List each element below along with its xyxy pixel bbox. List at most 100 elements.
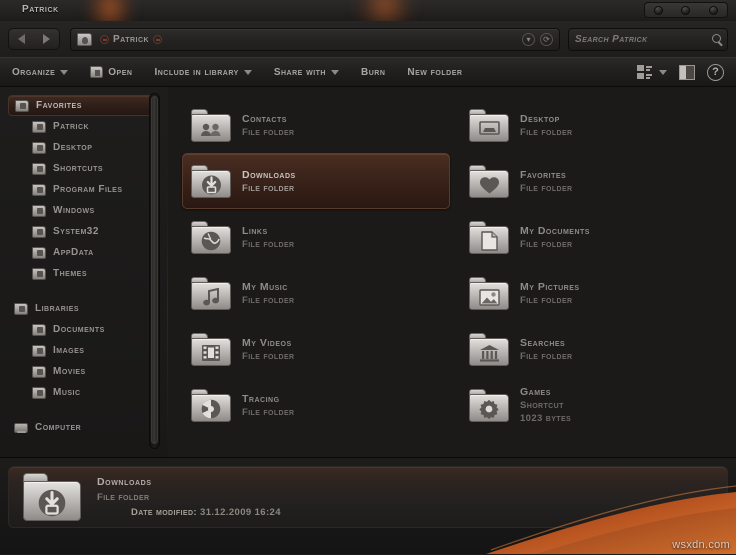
sidebar-label-appdata: AppData: [53, 247, 94, 258]
computer-icon: [14, 422, 28, 433]
file-type: File folder: [520, 350, 573, 362]
chevron-down-icon[interactable]: ▾: [522, 32, 535, 46]
file-name: Games: [520, 386, 551, 398]
system32-folder-icon: [32, 225, 46, 238]
file-type: File folder: [242, 126, 295, 138]
user-folder-icon: [77, 32, 92, 46]
sidebar-label-patrick: Patrick: [53, 121, 90, 132]
sidebar-item-shortcuts[interactable]: Shortcuts: [0, 158, 168, 179]
file-name: Contacts: [242, 112, 287, 125]
toolbar-button-burn[interactable]: Burn: [361, 67, 385, 78]
videos-folder-icon: [191, 332, 231, 366]
movies-folder-icon: [32, 365, 46, 378]
title-bar: Patrick: [0, 0, 736, 38]
sidebar-item-images[interactable]: Images: [0, 340, 168, 361]
desktop-folder-icon: [469, 108, 509, 142]
sidebar-item-documents[interactable]: Documents: [0, 319, 168, 340]
file-type: File folder: [520, 126, 573, 138]
sidebar-item-computer[interactable]: Computer: [0, 417, 168, 438]
sidebar-label-program-files: Program Files: [53, 184, 123, 195]
sidebar-item-favorites[interactable]: Favorites: [8, 95, 154, 116]
refresh-icon[interactable]: ⟳: [540, 32, 553, 46]
chevron-down-icon[interactable]: [659, 69, 667, 75]
minimize-button[interactable]: [654, 5, 664, 15]
sidebar-label-system32: System32: [53, 226, 99, 237]
sidebar-item-desktop[interactable]: Desktop: [0, 137, 168, 158]
contacts-folder-icon: [191, 108, 231, 142]
sidebar-label-libraries: Libraries: [35, 303, 80, 314]
sidebar-item-themes[interactable]: Themes: [0, 263, 168, 284]
search-box[interactable]: Search Patrick: [568, 27, 728, 51]
back-arrow-icon[interactable]: [18, 34, 25, 44]
command-toolbar: Organize Open Include in library Share w…: [0, 57, 736, 87]
sidebar-label-documents: Documents: [53, 324, 105, 335]
sidebar-label-computer: Computer: [35, 422, 82, 433]
file-type: File folder: [242, 294, 295, 306]
help-icon[interactable]: ?: [707, 63, 724, 81]
preview-pane-icon[interactable]: [679, 64, 695, 80]
sidebar-item-windows[interactable]: Windows: [0, 200, 168, 221]
sidebar-item-libraries[interactable]: Libraries: [0, 298, 168, 319]
user-folder-icon: [32, 120, 46, 133]
change-view-icon[interactable]: [637, 65, 652, 79]
toolbar-button-share-with[interactable]: Share with: [274, 67, 339, 78]
file-item-my-music[interactable]: My Music File folder: [182, 265, 450, 321]
toolbar-label-open: Open: [108, 66, 133, 78]
toolbar-button-new-folder[interactable]: New folder: [407, 67, 462, 78]
file-item-my-pictures[interactable]: My Pictures File folder: [460, 265, 728, 321]
sidebar-item-music[interactable]: Music: [0, 382, 168, 403]
sidebar-item-appdata[interactable]: AppData: [0, 242, 168, 263]
search-input[interactable]: Search Patrick: [575, 34, 648, 45]
file-name: Tracing: [242, 392, 280, 405]
favorites-folder-icon: [469, 164, 509, 198]
chevron-separator-icon-2: [153, 34, 163, 44]
chevron-down-icon: [60, 69, 69, 75]
file-name: Favorites: [520, 168, 567, 181]
toolbar-label-organize: Organize: [12, 66, 56, 78]
file-name: My Music: [242, 280, 288, 293]
window-body: Favorites Patrick Desktop Shortcuts Prog…: [0, 87, 736, 457]
file-list-pane: Contacts File folder Desktop File folder…: [168, 87, 736, 457]
sidebar-item-system32[interactable]: System32: [0, 221, 168, 242]
sidebar-scrollbar-thumb[interactable]: [151, 96, 158, 444]
file-type: File folder: [520, 294, 573, 306]
chevron-separator-icon: [100, 34, 109, 44]
file-item-searches[interactable]: Searches File folder: [460, 321, 728, 377]
file-name: Downloads: [242, 168, 296, 181]
file-type: File folder: [242, 182, 295, 194]
file-item-games[interactable]: Games Shortcut 1023 bytes: [460, 377, 728, 433]
toolbar-label-share-with: Share with: [273, 66, 326, 78]
toolbar-button-open[interactable]: Open: [90, 66, 132, 78]
sidebar-scrollbar[interactable]: [149, 93, 160, 449]
file-item-downloads[interactable]: Downloads File folder: [182, 153, 450, 209]
nav-buttons: [8, 28, 60, 50]
navigation-bar: Patrick ▾ ⟳ Search Patrick: [0, 21, 736, 57]
toolbar-label-new-folder: New folder: [407, 66, 463, 78]
address-bar[interactable]: Patrick ▾ ⟳: [70, 27, 560, 51]
close-button[interactable]: [708, 5, 718, 15]
file-name: My Videos: [242, 336, 292, 349]
file-item-links[interactable]: Links File folder: [182, 209, 450, 265]
sidebar-item-movies[interactable]: Movies: [0, 361, 168, 382]
file-size: 1023 bytes: [520, 413, 572, 424]
file-item-favorites[interactable]: Favorites File folder: [460, 153, 728, 209]
file-item-tracing[interactable]: Tracing File folder: [182, 377, 450, 433]
file-type: File folder: [242, 406, 295, 418]
windows-folder-icon: [32, 204, 46, 217]
file-item-my-videos[interactable]: My Videos File folder: [182, 321, 450, 377]
maximize-button[interactable]: [681, 5, 691, 15]
sidebar-item-program-files[interactable]: Program Files: [0, 179, 168, 200]
open-folder-icon: [90, 66, 104, 78]
file-item-contacts[interactable]: Contacts File folder: [182, 97, 450, 153]
sidebar-item-patrick[interactable]: Patrick: [0, 116, 168, 137]
favorites-folder-icon: [15, 99, 29, 112]
toolbar-button-include-in-library[interactable]: Include in library: [154, 67, 252, 78]
toolbar-label-burn: Burn: [360, 66, 386, 78]
breadcrumb-patrick[interactable]: Patrick: [113, 34, 149, 45]
downloads-folder-icon: [23, 473, 81, 521]
file-item-my-documents[interactable]: My Documents File folder: [460, 209, 728, 265]
toolbar-button-organize[interactable]: Organize: [12, 66, 69, 78]
file-type: File folder: [520, 182, 573, 194]
file-item-desktop[interactable]: Desktop File folder: [460, 97, 728, 153]
forward-arrow-icon[interactable]: [43, 34, 50, 44]
